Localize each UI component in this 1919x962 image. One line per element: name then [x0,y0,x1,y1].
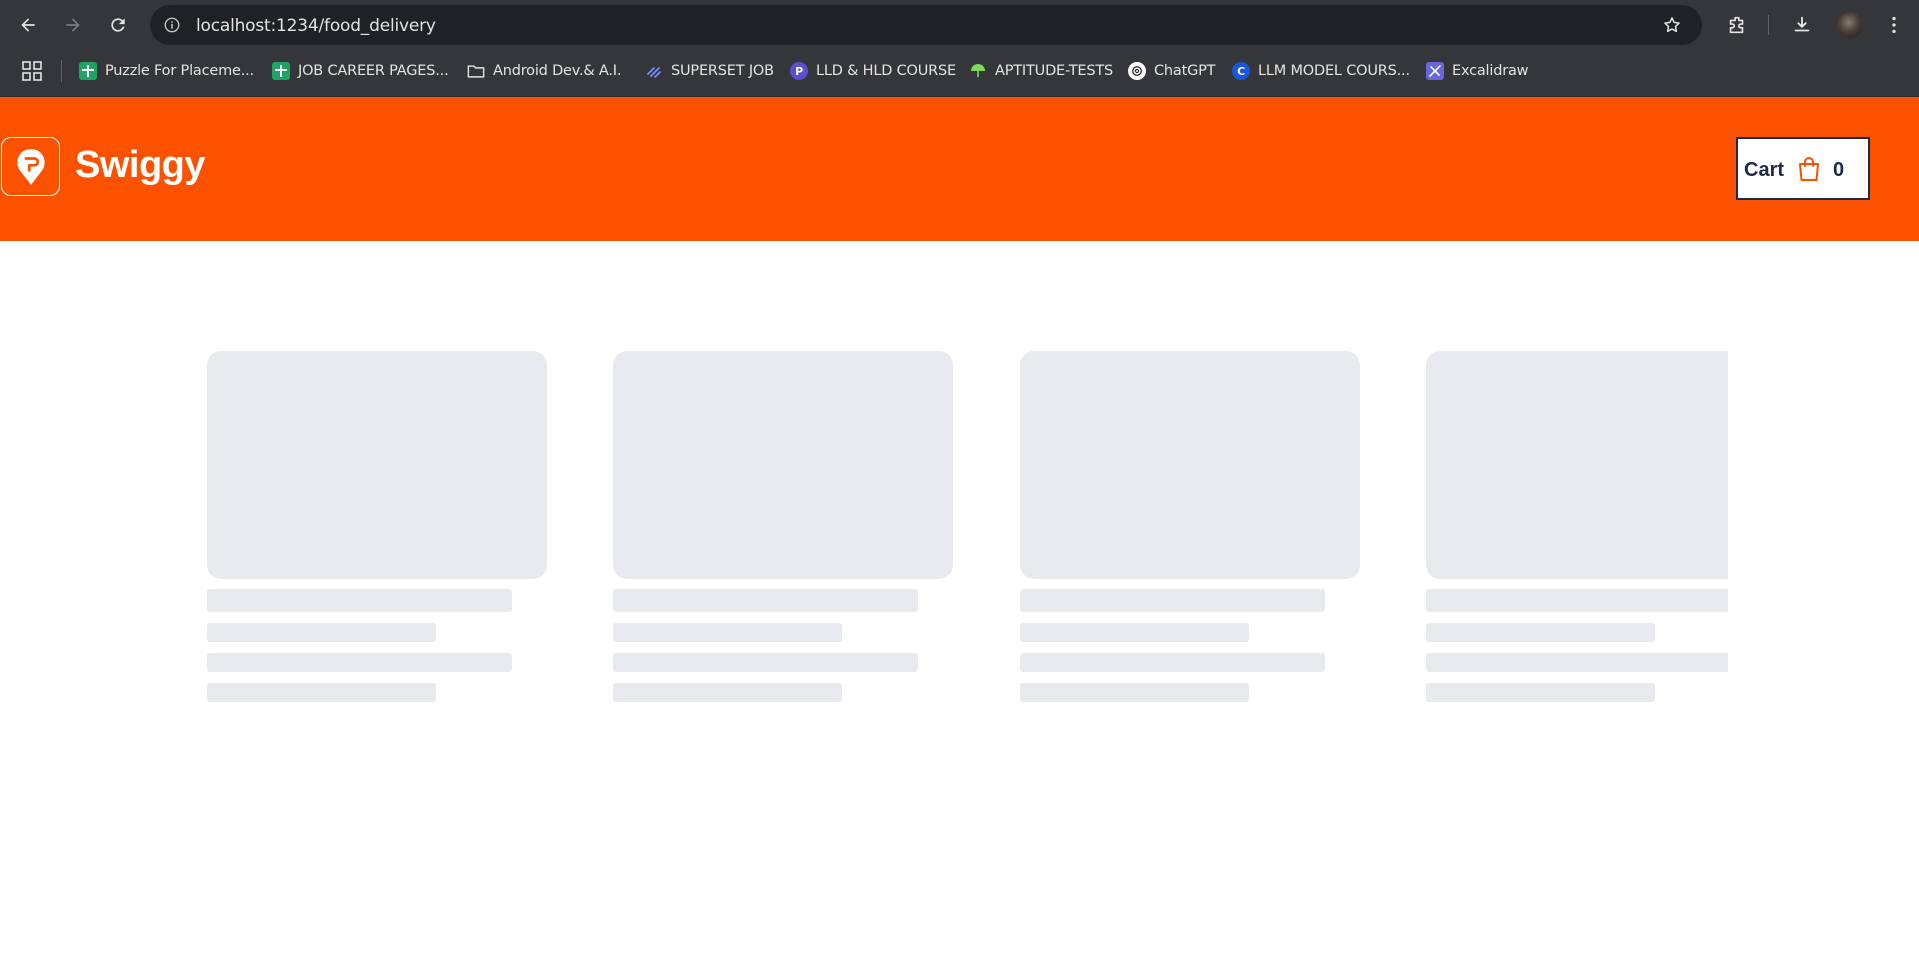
chatgpt-icon [1128,62,1146,80]
folder-icon [467,62,485,80]
bookmark-superset[interactable]: SUPERSET JOB [645,58,774,84]
skeleton-line [1020,623,1249,642]
bookmark-label: LLD & HLD COURSE [816,63,956,79]
skeleton-line [613,589,918,612]
forward-button[interactable] [58,10,88,40]
skeleton-line [1020,589,1325,612]
extensions-icon[interactable] [1723,11,1751,39]
skeleton-line [1426,589,1728,612]
skeleton-card [1020,351,1360,702]
restaurant-list-skeleton [0,241,1728,962]
download-icon[interactable] [1788,11,1816,39]
c-icon: C [1232,62,1250,80]
apps-grid-icon[interactable] [22,61,42,81]
back-button[interactable] [13,10,43,40]
umbrella-icon [969,62,987,80]
sheets-icon [272,62,290,80]
reload-button[interactable] [103,10,133,40]
bookmark-label: APTITUDE-TESTS [995,63,1113,79]
cart-label: Cart [1744,159,1785,181]
sheets-icon [79,62,97,80]
app-header [0,97,1919,241]
bookmark-label: JOB CAREER PAGES... [298,63,449,79]
bookmark-lld-hld[interactable]: P LLD & HLD COURSE [790,58,956,84]
arrow-right-icon [66,18,80,32]
skeleton-line [1426,683,1655,702]
reload-icon [111,18,125,32]
bookmark-chatgpt[interactable]: ChatGPT [1128,58,1216,84]
skeleton-line [1426,623,1655,642]
bookmark-label: Android Dev.& A.I. [493,63,622,79]
skeleton-line [613,623,842,642]
shopping-bag-icon [1799,157,1819,181]
bookmark-aptitude[interactable]: APTITUDE-TESTS [969,58,1113,84]
skeleton-line [1426,653,1728,672]
bookmark-android-dev[interactable]: Android Dev.& A.I. [467,58,621,84]
browser-chrome: localhost:1234/food_delivery Puzzle For … [0,0,1919,97]
skeleton-line [613,653,918,672]
bookmark-label: Excalidraw [1452,63,1529,79]
skeleton-image [1020,351,1360,579]
bookmark-excalidraw[interactable]: Excalidraw [1426,58,1529,84]
excalidraw-icon [1426,62,1444,80]
cart-count: 0 [1833,159,1845,181]
site-info-icon[interactable] [160,13,184,37]
browser-toolbar: localhost:1234/food_delivery [0,0,1919,50]
skeleton-image [1426,351,1728,579]
address-bar[interactable]: localhost:1234/food_delivery [150,5,1702,45]
skeleton-line [613,683,842,702]
superset-icon [645,62,663,80]
skeleton-card [613,351,953,702]
skeleton-line [207,589,512,612]
skeleton-card [1426,351,1728,702]
skeleton-line [207,653,512,672]
url-text[interactable]: localhost:1234/food_delivery [196,16,436,36]
bookmark-label: SUPERSET JOB [671,63,774,79]
bookmark-job-career[interactable]: JOB CAREER PAGES... [272,58,449,84]
profile-avatar[interactable] [1837,12,1863,38]
cart-button[interactable]: Cart 0 [1736,137,1870,200]
bookmark-label: LLM MODEL COURS... [1258,63,1410,79]
skeleton-line [1020,683,1249,702]
brand-name[interactable]: Swiggy [75,144,206,187]
bookmark-label: ChatGPT [1154,63,1216,79]
bookmark-star-icon[interactable] [1660,13,1684,37]
skeleton-card [207,351,547,702]
bookmark-label: Puzzle For Placeme... [105,63,254,79]
arrow-left-icon [21,18,35,32]
bookmark-llm-model[interactable]: C LLM MODEL COURS... [1232,58,1410,84]
bookmark-puzzle[interactable]: Puzzle For Placeme... [79,58,254,84]
menu-kebab-icon[interactable] [1880,11,1908,39]
skeleton-line [207,683,436,702]
skeleton-image [207,351,547,579]
bookmarks-divider [61,60,62,82]
toolbar-divider [1768,15,1769,35]
course-icon: P [790,62,808,80]
swiggy-logo[interactable] [1,137,60,196]
swiggy-logo-icon [16,148,45,185]
skeleton-image [613,351,953,579]
skeleton-line [207,623,436,642]
skeleton-line [1020,653,1325,672]
